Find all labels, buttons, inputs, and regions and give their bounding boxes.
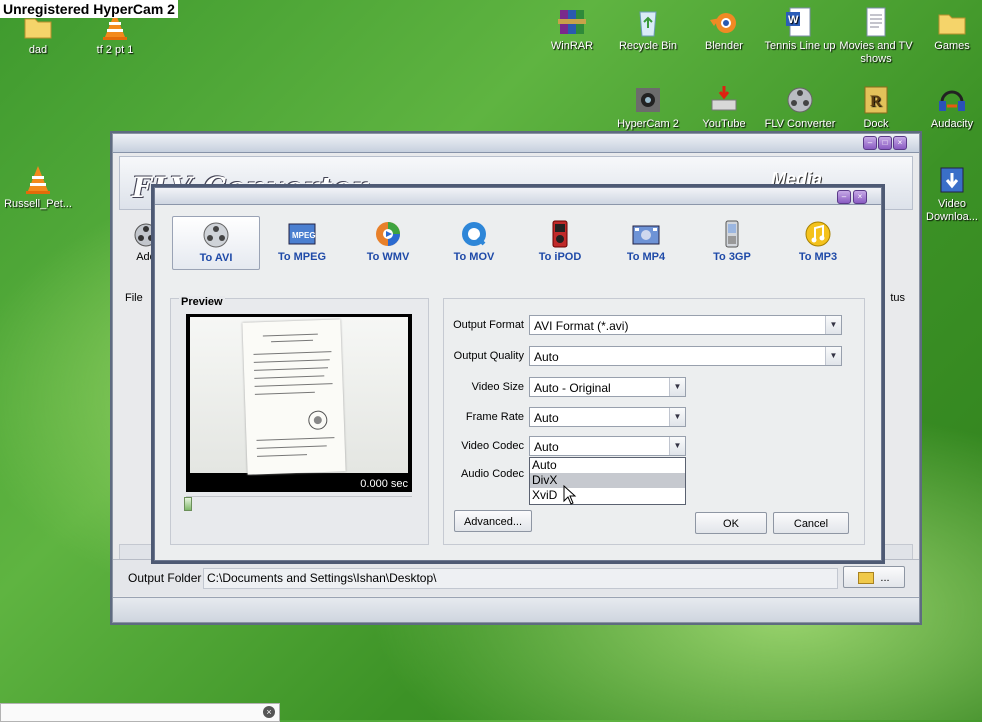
ipod-icon [545,220,575,248]
video-download-icon [936,164,968,196]
desktop-icon-winrar[interactable]: WinRAR [534,6,610,53]
svg-text:W: W [788,14,799,26]
mp4-film-icon [631,220,661,248]
desktop-icon-dock[interactable]: R Dock [838,84,914,131]
frame-rate-select[interactable]: Auto ▼ [529,407,686,427]
mpeg-film-icon: MPEG [287,220,317,248]
codec-option-divx[interactable]: DivX [530,473,685,488]
desktop-icon-blender[interactable]: Blender [686,6,762,53]
desktop-icon-movies[interactable]: Movies and TV shows [838,6,914,66]
close-icon[interactable]: × [263,706,275,718]
output-format-label: Output Format [453,319,524,331]
svg-text:MPEG: MPEG [292,231,316,240]
video-codec-label: Video Codec [461,440,524,452]
codec-option-auto[interactable]: Auto [530,458,685,473]
format-tabs: To AVI MPEG To MPEG To WMV To MOV To iPO… [169,216,859,270]
chevron-down-icon[interactable]: ▼ [825,347,841,365]
preview-title: Preview [179,296,225,308]
folder-icon [936,6,968,38]
dialog-titlebar[interactable]: – × [155,188,881,205]
main-window-titlebar[interactable]: – □ × [113,134,919,153]
download-drive-icon [708,84,740,116]
windows-media-icon [373,220,403,248]
word-document-icon: W [784,6,816,38]
tab-to-avi[interactable]: To AVI [172,216,260,270]
svg-text:R: R [870,93,882,110]
music-note-icon [803,220,833,248]
desktop-icon-tennis[interactable]: W Tennis Line up [762,6,838,53]
quicktime-icon [459,220,489,248]
audio-codec-label: Audio Codec [461,468,524,480]
desktop-icon-video-downloader[interactable]: Video Downloa... [914,164,982,224]
text-document-icon [860,6,892,38]
status-column-header: tus [890,292,905,304]
winrar-icon [556,6,588,38]
audacity-headphones-icon [936,84,968,116]
dialog-close-button[interactable]: × [853,190,867,204]
tab-to-mov[interactable]: To MOV [431,216,517,268]
taskbar-search-box[interactable]: × [0,703,280,722]
preview-time-display: 0.000 sec [186,476,412,492]
mouse-cursor-icon [563,484,577,508]
scanned-document-image [242,319,346,475]
frame-rate-label: Frame Rate [465,411,524,423]
desktop-icon-flv-converter[interactable]: FLV Converter [762,84,838,131]
chevron-down-icon[interactable]: ▼ [669,437,685,455]
chevron-down-icon[interactable]: ▼ [669,378,685,396]
output-quality-label: Output Quality [453,350,524,362]
video-codec-select[interactable]: Auto ▼ [529,436,686,456]
film-reel-icon [784,84,816,116]
preview-seek-slider[interactable] [184,496,412,511]
video-size-select[interactable]: Auto - Original ▼ [529,377,686,397]
chevron-down-icon[interactable]: ▼ [669,408,685,426]
desktop-icon-hypercam[interactable]: HyperCam 2 [610,84,686,131]
main-window-statusbar [113,597,919,622]
output-folder-input[interactable]: C:\Documents and Settings\Ishan\Desktop\ [203,568,838,589]
tab-to-mpeg[interactable]: MPEG To MPEG [259,216,345,268]
hypercam-icon [632,84,664,116]
hypercam-watermark: Unregistered HyperCam 2 [0,0,178,18]
tab-to-wmv[interactable]: To WMV [345,216,431,268]
output-quality-select[interactable]: Auto ▼ [529,346,842,366]
folder-icon [858,572,875,585]
tab-to-ipod[interactable]: To iPOD [517,216,603,268]
desktop-icon-recycle-bin[interactable]: Recycle Bin [610,6,686,53]
recycle-bin-icon [632,6,664,38]
output-folder-label: Output Folder [128,571,202,585]
desktop-icon-audacity[interactable]: Audacity [914,84,982,131]
file-menu[interactable]: File [125,292,143,304]
desktop-icon-games[interactable]: Games [914,6,982,53]
tab-to-3gp[interactable]: To 3GP [689,216,775,268]
cancel-button[interactable]: Cancel [773,512,849,534]
minimize-button[interactable]: – [863,136,877,150]
output-folder-bar: Output Folder C:\Documents and Settings\… [113,559,919,596]
desktop-icon-russell[interactable]: Russell_Pet... [0,164,76,211]
ok-button[interactable]: OK [695,512,767,534]
advanced-button[interactable]: Advanced... [454,510,532,532]
preview-video [186,314,412,476]
output-format-select[interactable]: AVI Format (*.avi) ▼ [529,315,842,335]
browse-folder-button[interactable]: ... [843,566,905,588]
tab-to-mp4[interactable]: To MP4 [603,216,689,268]
preview-group: Preview 0.000 sec [170,296,429,545]
codec-option-xvid[interactable]: XviD [530,488,685,503]
dock-icon: R [860,84,892,116]
conversion-settings-dialog: – × To AVI MPEG To MPEG To WMV To MOV To… [154,187,882,561]
blender-icon [708,6,740,38]
desktop-icon-youtube[interactable]: YouTube [686,84,762,131]
maximize-button[interactable]: □ [878,136,892,150]
video-codec-dropdown-list: Auto DivX XviD [529,457,686,505]
tab-to-mp3[interactable]: To MP3 [775,216,861,268]
vlc-cone-icon [22,164,54,196]
output-settings-group: Output Format AVI Format (*.avi) ▼ Outpu… [443,298,865,545]
chevron-down-icon[interactable]: ▼ [825,316,841,334]
dialog-minimize-button[interactable]: – [837,190,851,204]
mobile-phone-icon [717,220,747,248]
seek-slider-thumb[interactable] [184,497,192,511]
video-size-label: Video Size [471,381,524,393]
close-button[interactable]: × [893,136,907,150]
film-reel-icon [201,221,231,249]
